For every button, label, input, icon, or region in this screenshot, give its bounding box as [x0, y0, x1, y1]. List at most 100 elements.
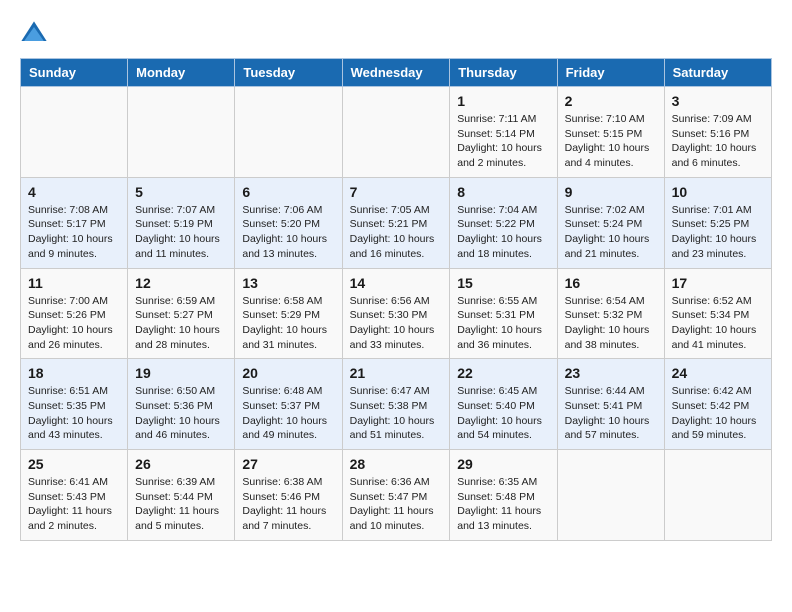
header-wednesday: Wednesday	[342, 59, 450, 87]
calendar-cell: 15 Sunrise: 6:55 AM Sunset: 5:31 PM Dayli…	[450, 268, 557, 359]
day-number: 24	[672, 365, 764, 381]
day-info: Sunrise: 7:01 AM Sunset: 5:25 PM Dayligh…	[672, 203, 764, 262]
header-thursday: Thursday	[450, 59, 557, 87]
calendar-cell: 4Sunrise: 7:08 AM Sunset: 5:17 PM Daylig…	[21, 177, 128, 268]
day-number: 2	[565, 93, 657, 109]
day-info: Sunrise: 7:09 AM Sunset: 5:16 PM Dayligh…	[672, 112, 764, 171]
calendar-cell: 27 Sunrise: 6:38 AM Sunset: 5:46 PM Dayli…	[235, 450, 342, 541]
day-number: 16	[565, 275, 657, 291]
header-monday: Monday	[128, 59, 235, 87]
calendar-cell: 21 Sunrise: 6:47 AM Sunset: 5:38 PM Dayli…	[342, 359, 450, 450]
header-tuesday: Tuesday	[235, 59, 342, 87]
calendar-cell: 28 Sunrise: 6:36 AM Sunset: 5:47 PM Dayli…	[342, 450, 450, 541]
day-info: Sunrise: 6:55 AM Sunset: 5:31 PM Dayligh…	[457, 294, 549, 353]
day-number: 8	[457, 184, 549, 200]
calendar-cell: 2 Sunrise: 7:10 AM Sunset: 5:15 PM Daylig…	[557, 87, 664, 178]
day-info: Sunrise: 6:58 AM Sunset: 5:29 PM Dayligh…	[242, 294, 334, 353]
day-number: 20	[242, 365, 334, 381]
calendar-cell: 12Sunrise: 6:59 AM Sunset: 5:27 PM Dayli…	[128, 268, 235, 359]
day-number: 29	[457, 456, 549, 472]
calendar-cell: 10 Sunrise: 7:01 AM Sunset: 5:25 PM Dayli…	[664, 177, 771, 268]
day-number: 1	[457, 93, 549, 109]
day-info: Sunrise: 6:44 AM Sunset: 5:41 PM Dayligh…	[565, 384, 657, 443]
day-info: Sunrise: 6:38 AM Sunset: 5:46 PM Dayligh…	[242, 475, 334, 534]
day-number: 28	[350, 456, 443, 472]
header-sunday: Sunday	[21, 59, 128, 87]
calendar-cell: 26 Sunrise: 6:39 AM Sunset: 5:44 PM Dayli…	[128, 450, 235, 541]
calendar-cell: 29 Sunrise: 6:35 AM Sunset: 5:48 PM Dayli…	[450, 450, 557, 541]
day-info: Sunrise: 7:04 AM Sunset: 5:22 PM Dayligh…	[457, 203, 549, 262]
day-info: Sunrise: 6:41 AM Sunset: 5:43 PM Dayligh…	[28, 475, 120, 534]
calendar-week-0: 1Sunrise: 7:11 AM Sunset: 5:14 PM Daylig…	[21, 87, 772, 178]
day-number: 13	[242, 275, 334, 291]
day-number: 11	[28, 275, 120, 291]
calendar-week-1: 4Sunrise: 7:08 AM Sunset: 5:17 PM Daylig…	[21, 177, 772, 268]
calendar-cell: 6 Sunrise: 7:06 AM Sunset: 5:20 PM Daylig…	[235, 177, 342, 268]
day-info: Sunrise: 6:50 AM Sunset: 5:36 PM Dayligh…	[135, 384, 227, 443]
header-saturday: Saturday	[664, 59, 771, 87]
calendar-cell	[557, 450, 664, 541]
day-number: 14	[350, 275, 443, 291]
day-number: 4	[28, 184, 120, 200]
day-info: Sunrise: 6:42 AM Sunset: 5:42 PM Dayligh…	[672, 384, 764, 443]
day-number: 21	[350, 365, 443, 381]
day-info: Sunrise: 7:07 AM Sunset: 5:19 PM Dayligh…	[135, 203, 227, 262]
calendar-cell: 18 Sunrise: 6:51 AM Sunset: 5:35 PM Dayli…	[21, 359, 128, 450]
day-info: Sunrise: 6:56 AM Sunset: 5:30 PM Dayligh…	[350, 294, 443, 353]
day-info: Sunrise: 6:36 AM Sunset: 5:47 PM Dayligh…	[350, 475, 443, 534]
day-info: Sunrise: 6:59 AM Sunset: 5:27 PM Dayligh…	[135, 294, 227, 353]
calendar-cell: 1Sunrise: 7:11 AM Sunset: 5:14 PM Daylig…	[450, 87, 557, 178]
day-number: 22	[457, 365, 549, 381]
day-number: 10	[672, 184, 764, 200]
calendar-cell: 9 Sunrise: 7:02 AM Sunset: 5:24 PM Daylig…	[557, 177, 664, 268]
calendar-cell	[128, 87, 235, 178]
day-info: Sunrise: 6:35 AM Sunset: 5:48 PM Dayligh…	[457, 475, 549, 534]
calendar-cell: 20 Sunrise: 6:48 AM Sunset: 5:37 PM Dayli…	[235, 359, 342, 450]
calendar-cell: 7 Sunrise: 7:05 AM Sunset: 5:21 PM Daylig…	[342, 177, 450, 268]
day-number: 18	[28, 365, 120, 381]
calendar-cell: 23 Sunrise: 6:44 AM Sunset: 5:41 PM Dayli…	[557, 359, 664, 450]
day-number: 23	[565, 365, 657, 381]
calendar-cell	[342, 87, 450, 178]
day-info: Sunrise: 7:06 AM Sunset: 5:20 PM Dayligh…	[242, 203, 334, 262]
calendar-header-row: SundayMondayTuesdayWednesdayThursdayFrid…	[21, 59, 772, 87]
day-info: Sunrise: 6:48 AM Sunset: 5:37 PM Dayligh…	[242, 384, 334, 443]
day-info: Sunrise: 6:54 AM Sunset: 5:32 PM Dayligh…	[565, 294, 657, 353]
calendar-week-3: 18 Sunrise: 6:51 AM Sunset: 5:35 PM Dayli…	[21, 359, 772, 450]
calendar-table: SundayMondayTuesdayWednesdayThursdayFrid…	[20, 58, 772, 541]
calendar-week-4: 25 Sunrise: 6:41 AM Sunset: 5:43 PM Dayli…	[21, 450, 772, 541]
calendar-cell: 8 Sunrise: 7:04 AM Sunset: 5:22 PM Daylig…	[450, 177, 557, 268]
day-info: Sunrise: 6:39 AM Sunset: 5:44 PM Dayligh…	[135, 475, 227, 534]
day-info: Sunrise: 6:51 AM Sunset: 5:35 PM Dayligh…	[28, 384, 120, 443]
day-number: 7	[350, 184, 443, 200]
calendar-cell: 17Sunrise: 6:52 AM Sunset: 5:34 PM Dayli…	[664, 268, 771, 359]
calendar-cell: 25 Sunrise: 6:41 AM Sunset: 5:43 PM Dayli…	[21, 450, 128, 541]
calendar-cell: 24 Sunrise: 6:42 AM Sunset: 5:42 PM Dayli…	[664, 359, 771, 450]
day-number: 6	[242, 184, 334, 200]
calendar-week-2: 11 Sunrise: 7:00 AM Sunset: 5:26 PM Dayli…	[21, 268, 772, 359]
calendar-cell: 11 Sunrise: 7:00 AM Sunset: 5:26 PM Dayli…	[21, 268, 128, 359]
day-number: 26	[135, 456, 227, 472]
day-number: 19	[135, 365, 227, 381]
day-info: Sunrise: 6:52 AM Sunset: 5:34 PM Dayligh…	[672, 294, 764, 353]
day-info: Sunrise: 7:00 AM Sunset: 5:26 PM Dayligh…	[28, 294, 120, 353]
calendar-cell: 5Sunrise: 7:07 AM Sunset: 5:19 PM Daylig…	[128, 177, 235, 268]
logo-icon	[20, 20, 48, 48]
day-number: 27	[242, 456, 334, 472]
calendar-cell: 22 Sunrise: 6:45 AM Sunset: 5:40 PM Dayli…	[450, 359, 557, 450]
day-number: 3	[672, 93, 764, 109]
day-number: 15	[457, 275, 549, 291]
calendar-cell: 16 Sunrise: 6:54 AM Sunset: 5:32 PM Dayli…	[557, 268, 664, 359]
day-number: 9	[565, 184, 657, 200]
day-info: Sunrise: 7:05 AM Sunset: 5:21 PM Dayligh…	[350, 203, 443, 262]
header-friday: Friday	[557, 59, 664, 87]
day-info: Sunrise: 6:47 AM Sunset: 5:38 PM Dayligh…	[350, 384, 443, 443]
day-number: 25	[28, 456, 120, 472]
day-info: Sunrise: 7:10 AM Sunset: 5:15 PM Dayligh…	[565, 112, 657, 171]
day-info: Sunrise: 6:45 AM Sunset: 5:40 PM Dayligh…	[457, 384, 549, 443]
calendar-cell	[235, 87, 342, 178]
day-info: Sunrise: 7:02 AM Sunset: 5:24 PM Dayligh…	[565, 203, 657, 262]
calendar-cell: 19 Sunrise: 6:50 AM Sunset: 5:36 PM Dayli…	[128, 359, 235, 450]
calendar-cell	[21, 87, 128, 178]
calendar-cell: 13 Sunrise: 6:58 AM Sunset: 5:29 PM Dayli…	[235, 268, 342, 359]
